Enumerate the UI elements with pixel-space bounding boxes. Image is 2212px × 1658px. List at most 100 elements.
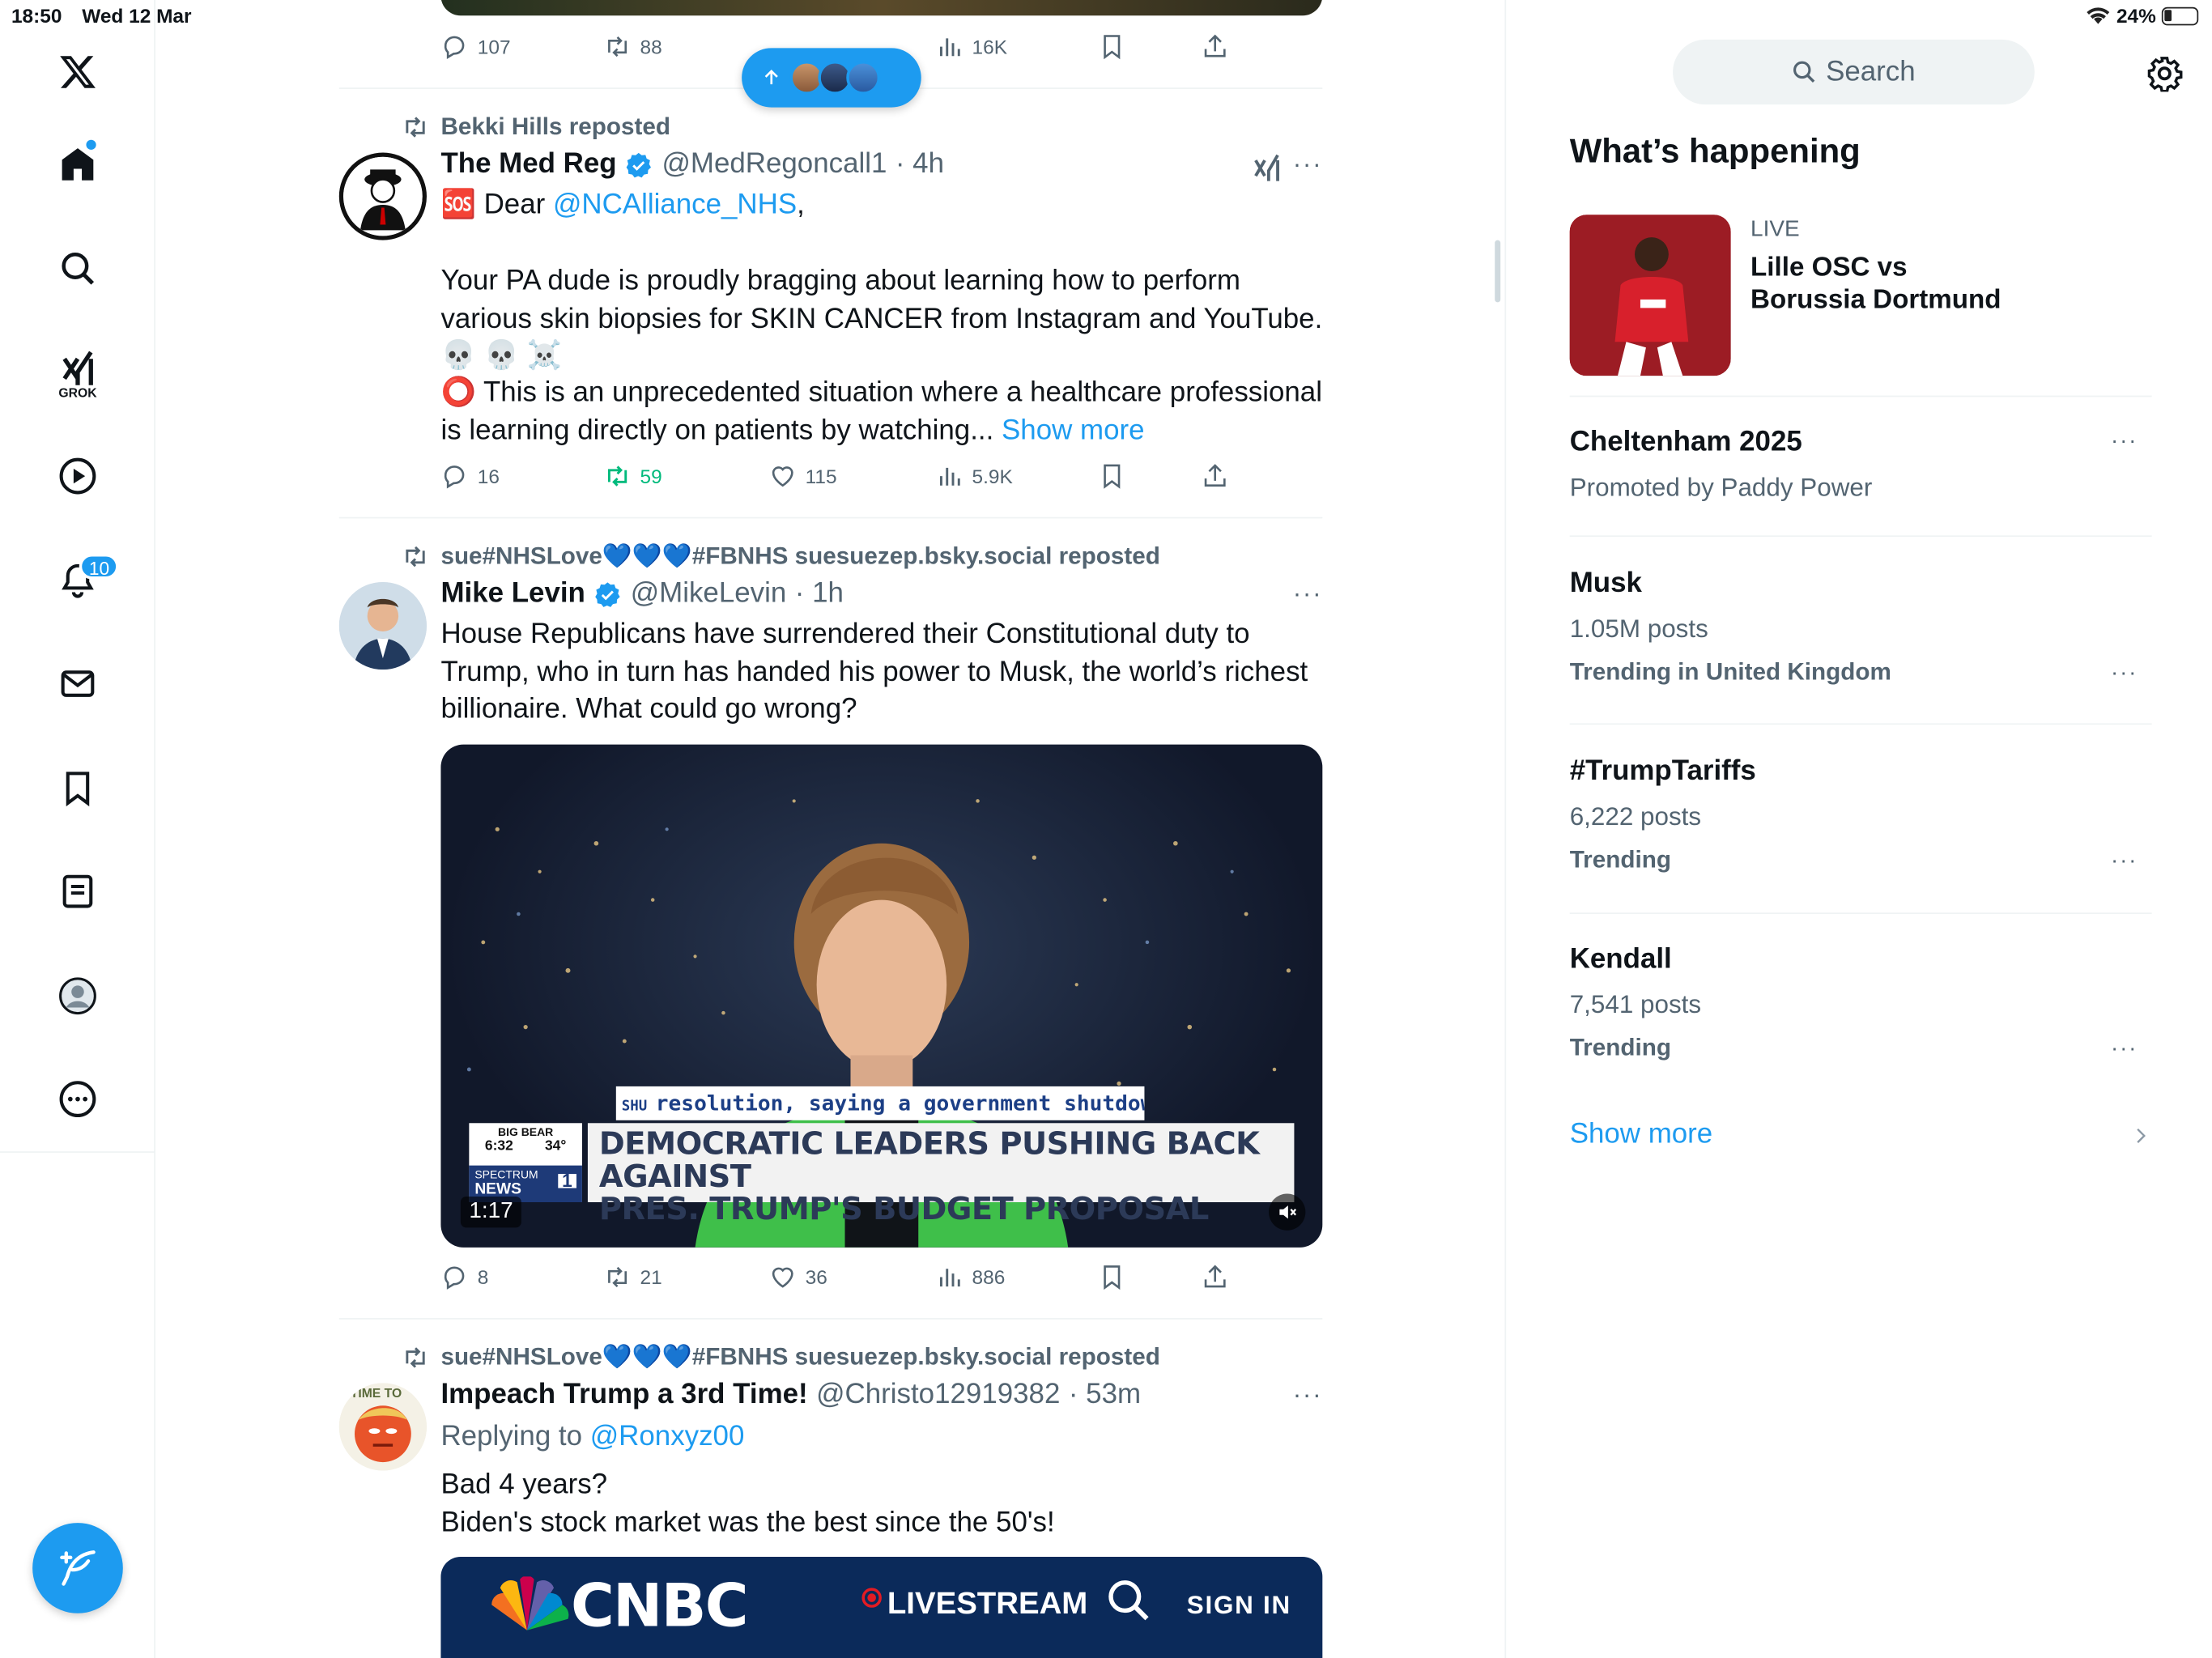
trend-item[interactable]: Kendall 7,541 posts Trending ··· — [1570, 944, 2152, 1074]
mail-icon — [61, 670, 95, 697]
like-button[interactable]: 115 — [768, 462, 837, 491]
show-more-link[interactable]: Show more — [1002, 414, 1145, 445]
tweet-more-icon[interactable]: ··· — [1293, 150, 1323, 180]
nav-bookmarks[interactable] — [49, 760, 106, 817]
bookmark-button[interactable] — [1098, 462, 1126, 491]
headline-line-1: DEMOCRATIC LEADERS PUSHING BACK AGAINST — [598, 1127, 1260, 1196]
trend-more-icon[interactable]: ··· — [2111, 429, 2138, 454]
avatar[interactable] — [338, 581, 427, 670]
gear-icon[interactable] — [2146, 55, 2183, 92]
repost-count: 21 — [640, 1265, 662, 1289]
verified-badge-icon — [595, 581, 621, 607]
repost-button[interactable]: 59 — [603, 462, 662, 491]
trend-context: Trending — [1569, 846, 1671, 874]
tweet-more-icon[interactable]: ··· — [1293, 579, 1323, 609]
search-input[interactable]: Search — [1673, 39, 2035, 105]
card-livestream: LIVESTREAM — [887, 1584, 1088, 1621]
repost-context[interactable]: Bekki Hills reposted — [402, 113, 670, 142]
chevron-right-icon — [2137, 1129, 2146, 1143]
whats-happening-heading: What’s happening — [1569, 133, 1861, 172]
reply-button[interactable]: 16 — [440, 462, 500, 491]
replying-to: Replying to @Ronxyz00 — [440, 1418, 1325, 1456]
tweet-time: · 4h — [895, 148, 945, 180]
cnbc-peacock-icon — [491, 1576, 569, 1630]
video-icon — [59, 457, 96, 495]
replying-to-link[interactable]: @Ronxyz00 — [590, 1421, 745, 1452]
mute-button[interactable] — [1269, 1193, 1306, 1231]
nav-home[interactable] — [49, 136, 106, 193]
repost-context-text: Bekki Hills reposted — [440, 113, 671, 140]
repost-icon — [608, 1266, 627, 1288]
bookmark-button[interactable] — [1098, 1263, 1126, 1291]
repost-button[interactable]: 88 — [603, 32, 662, 61]
trend-item[interactable]: Cheltenham 2025 Promoted by Paddy Power … — [1570, 427, 2152, 512]
nav-lists[interactable] — [49, 863, 106, 920]
tweet-more-icon[interactable]: ··· — [1293, 1380, 1323, 1410]
author-handle: @Christo12919382 — [816, 1379, 1061, 1410]
tweet-author[interactable]: Mike Levin @MikeLevin · 1h — [440, 578, 843, 610]
bookmark-button[interactable] — [1098, 32, 1126, 61]
avatar[interactable] — [338, 152, 427, 240]
live-event-card[interactable]: LIVE Lille OSC vs Borussia Dortmund — [1569, 215, 2152, 376]
repost-button[interactable]: 21 — [603, 1263, 662, 1291]
views-button[interactable]: 16K — [935, 32, 1007, 61]
grok-explain-icon[interactable] — [1252, 152, 1283, 183]
notifications-badge: 10 — [79, 554, 120, 580]
trend-item[interactable]: Musk 1.05M posts Trending in United King… — [1570, 568, 2152, 698]
share-icon — [1204, 1265, 1226, 1288]
station-temp: 34° — [544, 1138, 567, 1154]
repost-context[interactable]: sue#NHSLove💙💙💙#FBNHS suesuezep.bsky.soci… — [402, 542, 1160, 571]
new-posts-pill[interactable] — [742, 48, 921, 108]
link-card[interactable]: CNBC LIVESTREAM SIGN IN — [440, 1556, 1323, 1658]
reply-button[interactable]: 8 — [440, 1263, 488, 1291]
profile-icon — [59, 977, 96, 1015]
trend-more-icon[interactable]: ··· — [2111, 849, 2138, 874]
mention-link[interactable]: @NCAlliance_NHS — [553, 189, 797, 220]
nav-profile[interactable] — [49, 967, 106, 1024]
station-name: SPECTRUM — [474, 1168, 538, 1181]
ticker-text: resolution, saying a government shutdown — [655, 1090, 1145, 1116]
trend-more-icon[interactable]: ··· — [2111, 1037, 2138, 1062]
search-placeholder: Search — [1826, 55, 1916, 87]
reply-icon — [444, 36, 465, 59]
repost-count: 88 — [640, 35, 662, 58]
show-more-trends[interactable]: Show more — [1570, 1119, 2152, 1158]
compose-button[interactable] — [32, 1523, 123, 1613]
trend-promoted: Promoted by Paddy Power — [1569, 473, 1873, 502]
trend-more-icon[interactable]: ··· — [2111, 661, 2138, 687]
video-player[interactable]: SHU resolution, saying a government shutd… — [440, 744, 1323, 1248]
scroll-indicator[interactable] — [1495, 240, 1501, 303]
tweet-actions: 8 21 36 886 — [440, 1263, 1231, 1297]
footballer-image-icon — [1569, 215, 1731, 376]
trend-item[interactable]: #TrumpTariffs 6,222 posts Trending ··· — [1570, 756, 2152, 886]
trend-count: 7,541 posts — [1569, 990, 1702, 1019]
search-icon — [62, 253, 95, 285]
search-icon — [1108, 1580, 1149, 1621]
views-button[interactable]: 5.9K — [935, 462, 1013, 491]
views-button[interactable]: 886 — [935, 1263, 1005, 1291]
tweet-time: · 53m — [1068, 1379, 1142, 1410]
nav-grok[interactable]: GROK — [49, 343, 106, 406]
tweet-author[interactable]: Impeach Trump a 3rd Time! @Christo129193… — [440, 1379, 1141, 1411]
station-news: NEWS — [474, 1180, 521, 1198]
tweet-paragraph: ⭕ This is an unprecedented situation whe… — [440, 374, 1325, 449]
like-button[interactable]: 36 — [768, 1263, 827, 1291]
x-logo-icon[interactable] — [49, 44, 106, 100]
nav-explore[interactable] — [49, 240, 106, 297]
repost-context[interactable]: sue#NHSLove💙💙💙#FBNHS suesuezep.bsky.soci… — [402, 1343, 1160, 1371]
nav-more[interactable] — [49, 1071, 106, 1128]
trend-context: Trending in United Kingdom — [1569, 658, 1891, 686]
nav-messages[interactable] — [49, 656, 106, 712]
reply-button[interactable]: 107 — [440, 32, 511, 61]
share-button[interactable] — [1201, 462, 1229, 491]
share-icon — [1204, 34, 1226, 57]
nav-video[interactable] — [49, 448, 106, 504]
trend-title: Musk — [1569, 568, 1642, 599]
avatar[interactable]: TIME TO — [338, 1383, 427, 1471]
tweet-paragraph: Your PA dude is proudly bragging about l… — [440, 266, 1323, 372]
share-button[interactable] — [1201, 1263, 1229, 1291]
repost-icon — [607, 466, 627, 487]
tweet-author[interactable]: The Med Reg @MedRegoncall1 · 4h — [440, 148, 944, 181]
previous-tweet-media[interactable] — [440, 0, 1323, 16]
share-button[interactable] — [1201, 32, 1229, 61]
